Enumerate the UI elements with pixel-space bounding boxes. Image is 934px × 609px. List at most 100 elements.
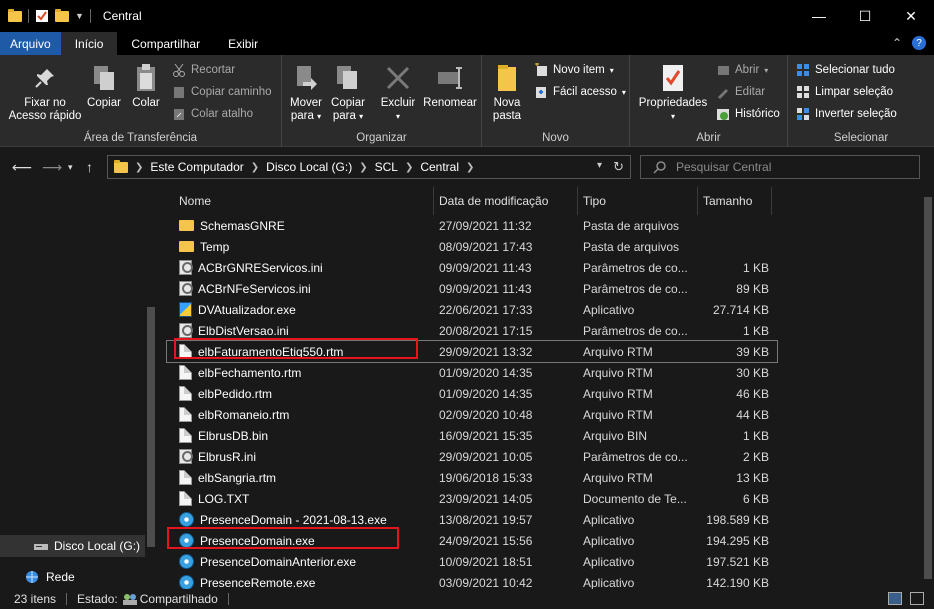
tab-home[interactable]: Início bbox=[60, 32, 118, 55]
file-row[interactable]: PresenceDomain - 2021-08-13.exe 13/08/202… bbox=[167, 509, 777, 530]
tab-share[interactable]: Compartilhar bbox=[117, 32, 214, 55]
column-header-type[interactable]: Tipo bbox=[578, 187, 698, 215]
back-arrow-icon[interactable]: ⟵ bbox=[12, 159, 32, 176]
file-size: 194.295 KB bbox=[706, 533, 769, 548]
new-folder-label-1: Nova bbox=[493, 97, 521, 109]
file-list-scrollbar[interactable] bbox=[921, 187, 934, 589]
file-row[interactable]: Temp 08/09/2021 17:43 Pasta de arquivos bbox=[167, 236, 777, 257]
quick-access-dropdown-icon[interactable]: ▼ bbox=[75, 11, 84, 21]
recent-locations-chevron-icon[interactable]: ▾ bbox=[68, 162, 73, 173]
tab-view[interactable]: Exibir bbox=[214, 32, 272, 55]
cut-button[interactable]: Recortar bbox=[172, 63, 235, 77]
file-row[interactable]: DVAtualizador.exe 22/06/2021 17:33 Aplicat… bbox=[167, 299, 777, 320]
chevron-right-icon[interactable]: ❯ bbox=[251, 162, 259, 173]
file-size: 198.589 KB bbox=[706, 512, 769, 527]
folder-icon bbox=[179, 220, 194, 231]
column-header-name[interactable]: Nome bbox=[167, 187, 434, 215]
select-all-button[interactable]: Selecionar tudo bbox=[796, 63, 895, 77]
file-row[interactable]: elbFechamento.rtm 01/09/2020 14:35 Arquivo… bbox=[167, 362, 777, 383]
document-icon bbox=[179, 344, 192, 359]
help-icon[interactable]: ? bbox=[912, 36, 926, 50]
copy-path-button[interactable]: Copiar caminho bbox=[172, 85, 272, 99]
file-type: Documento de Te... bbox=[583, 491, 687, 506]
select-none-button[interactable]: Limpar seleção bbox=[796, 85, 893, 99]
file-name-cell: PresenceDomainAnterior.exe bbox=[167, 554, 434, 569]
file-list: Nome Data de modificação Tipo Tamanho Sc… bbox=[166, 187, 934, 590]
maximize-button[interactable]: ☐ bbox=[842, 0, 888, 32]
breadcrumb-item[interactable]: SCL bbox=[375, 160, 398, 174]
pin-quick-access-button[interactable]: Fixar no Acesso rápido bbox=[6, 63, 84, 123]
properties-button[interactable]: Propriedades ▾ bbox=[636, 63, 710, 123]
nav-scrollbar-thumb[interactable] bbox=[147, 307, 155, 547]
breadcrumb-item[interactable]: Disco Local (G:) bbox=[266, 160, 352, 174]
search-input[interactable]: Pesquisar Central bbox=[640, 155, 920, 179]
open-label: Abrir bbox=[735, 64, 760, 76]
column-header-date[interactable]: Data de modificação bbox=[434, 187, 578, 215]
file-row[interactable]: PresenceDomain.exe 24/09/2021 15:56 Aplica… bbox=[167, 530, 777, 551]
rename-button[interactable]: Renomear bbox=[420, 63, 480, 110]
paste-shortcut-button[interactable]: Colar atalho bbox=[172, 107, 253, 121]
file-row[interactable]: SchemasGNRE 27/09/2021 11:32 Pasta de arqu… bbox=[167, 215, 777, 236]
invert-selection-button[interactable]: Inverter seleção bbox=[796, 107, 897, 121]
new-folder-button[interactable]: Nova pasta bbox=[486, 63, 528, 123]
folder-icon bbox=[179, 241, 194, 252]
file-row[interactable]: ElbDistVersao.ini 20/08/2021 17:15 Parâmet… bbox=[167, 320, 777, 341]
file-row[interactable]: ACBrGNREServicos.ini 09/09/2021 11:43 Parâ… bbox=[167, 257, 777, 278]
chevron-right-icon[interactable]: ❯ bbox=[135, 162, 143, 173]
forward-arrow-icon[interactable]: ⟶ bbox=[42, 159, 62, 176]
history-button[interactable]: Histórico bbox=[716, 107, 780, 121]
details-view-icon[interactable] bbox=[888, 592, 902, 605]
new-folder-quick-icon[interactable] bbox=[55, 8, 69, 22]
edit-button[interactable]: Editar bbox=[716, 85, 765, 99]
new-item-icon bbox=[535, 63, 547, 76]
breadcrumb-item[interactable]: Central bbox=[420, 160, 459, 174]
file-row[interactable]: ACBrNFeServicos.ini 09/09/2021 11:43 Parâm… bbox=[167, 278, 777, 299]
chevron-right-icon[interactable]: ❯ bbox=[359, 162, 367, 173]
refresh-icon[interactable]: ↻ bbox=[613, 159, 624, 175]
new-group-label: Novo bbox=[542, 132, 569, 144]
file-type: Aplicativo bbox=[583, 575, 635, 590]
file-date: 10/09/2021 18:51 bbox=[439, 554, 533, 569]
nav-scrollbar[interactable] bbox=[145, 187, 157, 589]
file-name: elbSangria.rtm bbox=[198, 470, 277, 485]
column-header-size[interactable]: Tamanho bbox=[698, 187, 772, 215]
copy-button[interactable]: Copiar bbox=[86, 63, 122, 110]
tab-file[interactable]: Arquivo bbox=[0, 32, 61, 55]
file-row[interactable]: elbFaturamentoEtiq550.rtm 29/09/2021 13:3… bbox=[166, 340, 778, 363]
move-to-label-2: para ▾ bbox=[290, 110, 322, 122]
delete-button[interactable]: Excluir ▾ bbox=[378, 63, 418, 123]
collapse-ribbon-icon[interactable]: ⌃ bbox=[892, 36, 902, 50]
edit-label: Editar bbox=[735, 86, 766, 98]
move-to-button[interactable]: Mover para ▾ bbox=[286, 63, 326, 123]
file-list-scrollbar-thumb[interactable] bbox=[924, 197, 932, 579]
properties-quick-icon[interactable] bbox=[35, 9, 49, 23]
file-row[interactable]: ElbrusDB.bin 16/09/2021 15:35 Arquivo BIN 1… bbox=[167, 425, 777, 446]
open-button[interactable]: Abrir ▾ bbox=[716, 63, 768, 77]
delete-dropdown-icon: ▾ bbox=[395, 112, 400, 121]
address-field[interactable]: ❯ Este Computador ❯ Disco Local (G:) ❯ S… bbox=[107, 155, 631, 179]
new-item-button[interactable]: Novo item ▾ bbox=[534, 63, 614, 77]
chevron-right-icon[interactable]: ❯ bbox=[466, 162, 474, 173]
copy-to-button[interactable]: Copiar para ▾ bbox=[328, 63, 368, 123]
file-row[interactable]: elbSangria.rtm 19/06/2018 15:33 Arquivo RT… bbox=[167, 467, 777, 488]
file-type: Pasta de arquivos bbox=[583, 218, 680, 233]
chevron-down-icon[interactable]: ▾ bbox=[597, 160, 602, 171]
file-row[interactable]: PresenceDomainAnterior.exe 10/09/2021 18:… bbox=[167, 551, 777, 572]
file-row[interactable]: LOG.TXT 23/09/2021 14:05 Documento de Te..… bbox=[167, 488, 777, 509]
title-bar: ▼ Central — ☐ ✕ bbox=[0, 0, 934, 32]
paste-button[interactable]: Colar bbox=[128, 63, 164, 110]
file-row[interactable]: elbRomaneio.rtm 02/09/2020 10:48 Arquivo R… bbox=[167, 404, 777, 425]
nav-item-local-disk-g[interactable]: Disco Local (G:) bbox=[0, 535, 145, 557]
close-button[interactable]: ✕ bbox=[888, 0, 934, 32]
file-row[interactable]: elbPedido.rtm 01/09/2020 14:35 Arquivo RTM… bbox=[167, 383, 777, 404]
chevron-right-icon[interactable]: ❯ bbox=[405, 162, 413, 173]
nav-item-network[interactable]: Rede bbox=[0, 566, 145, 588]
file-row[interactable]: ElbrusR.ini 29/09/2021 10:05 Parâmetros de… bbox=[167, 446, 777, 467]
easy-access-button[interactable]: Fácil acesso ▾ bbox=[534, 85, 626, 99]
move-to-icon bbox=[297, 66, 317, 90]
minimize-button[interactable]: — bbox=[796, 0, 842, 32]
up-arrow-icon[interactable]: ↑ bbox=[86, 159, 93, 175]
settings-file-icon bbox=[179, 323, 193, 338]
large-icons-view-icon[interactable] bbox=[910, 592, 924, 605]
breadcrumb-item[interactable]: Este Computador bbox=[150, 160, 243, 174]
